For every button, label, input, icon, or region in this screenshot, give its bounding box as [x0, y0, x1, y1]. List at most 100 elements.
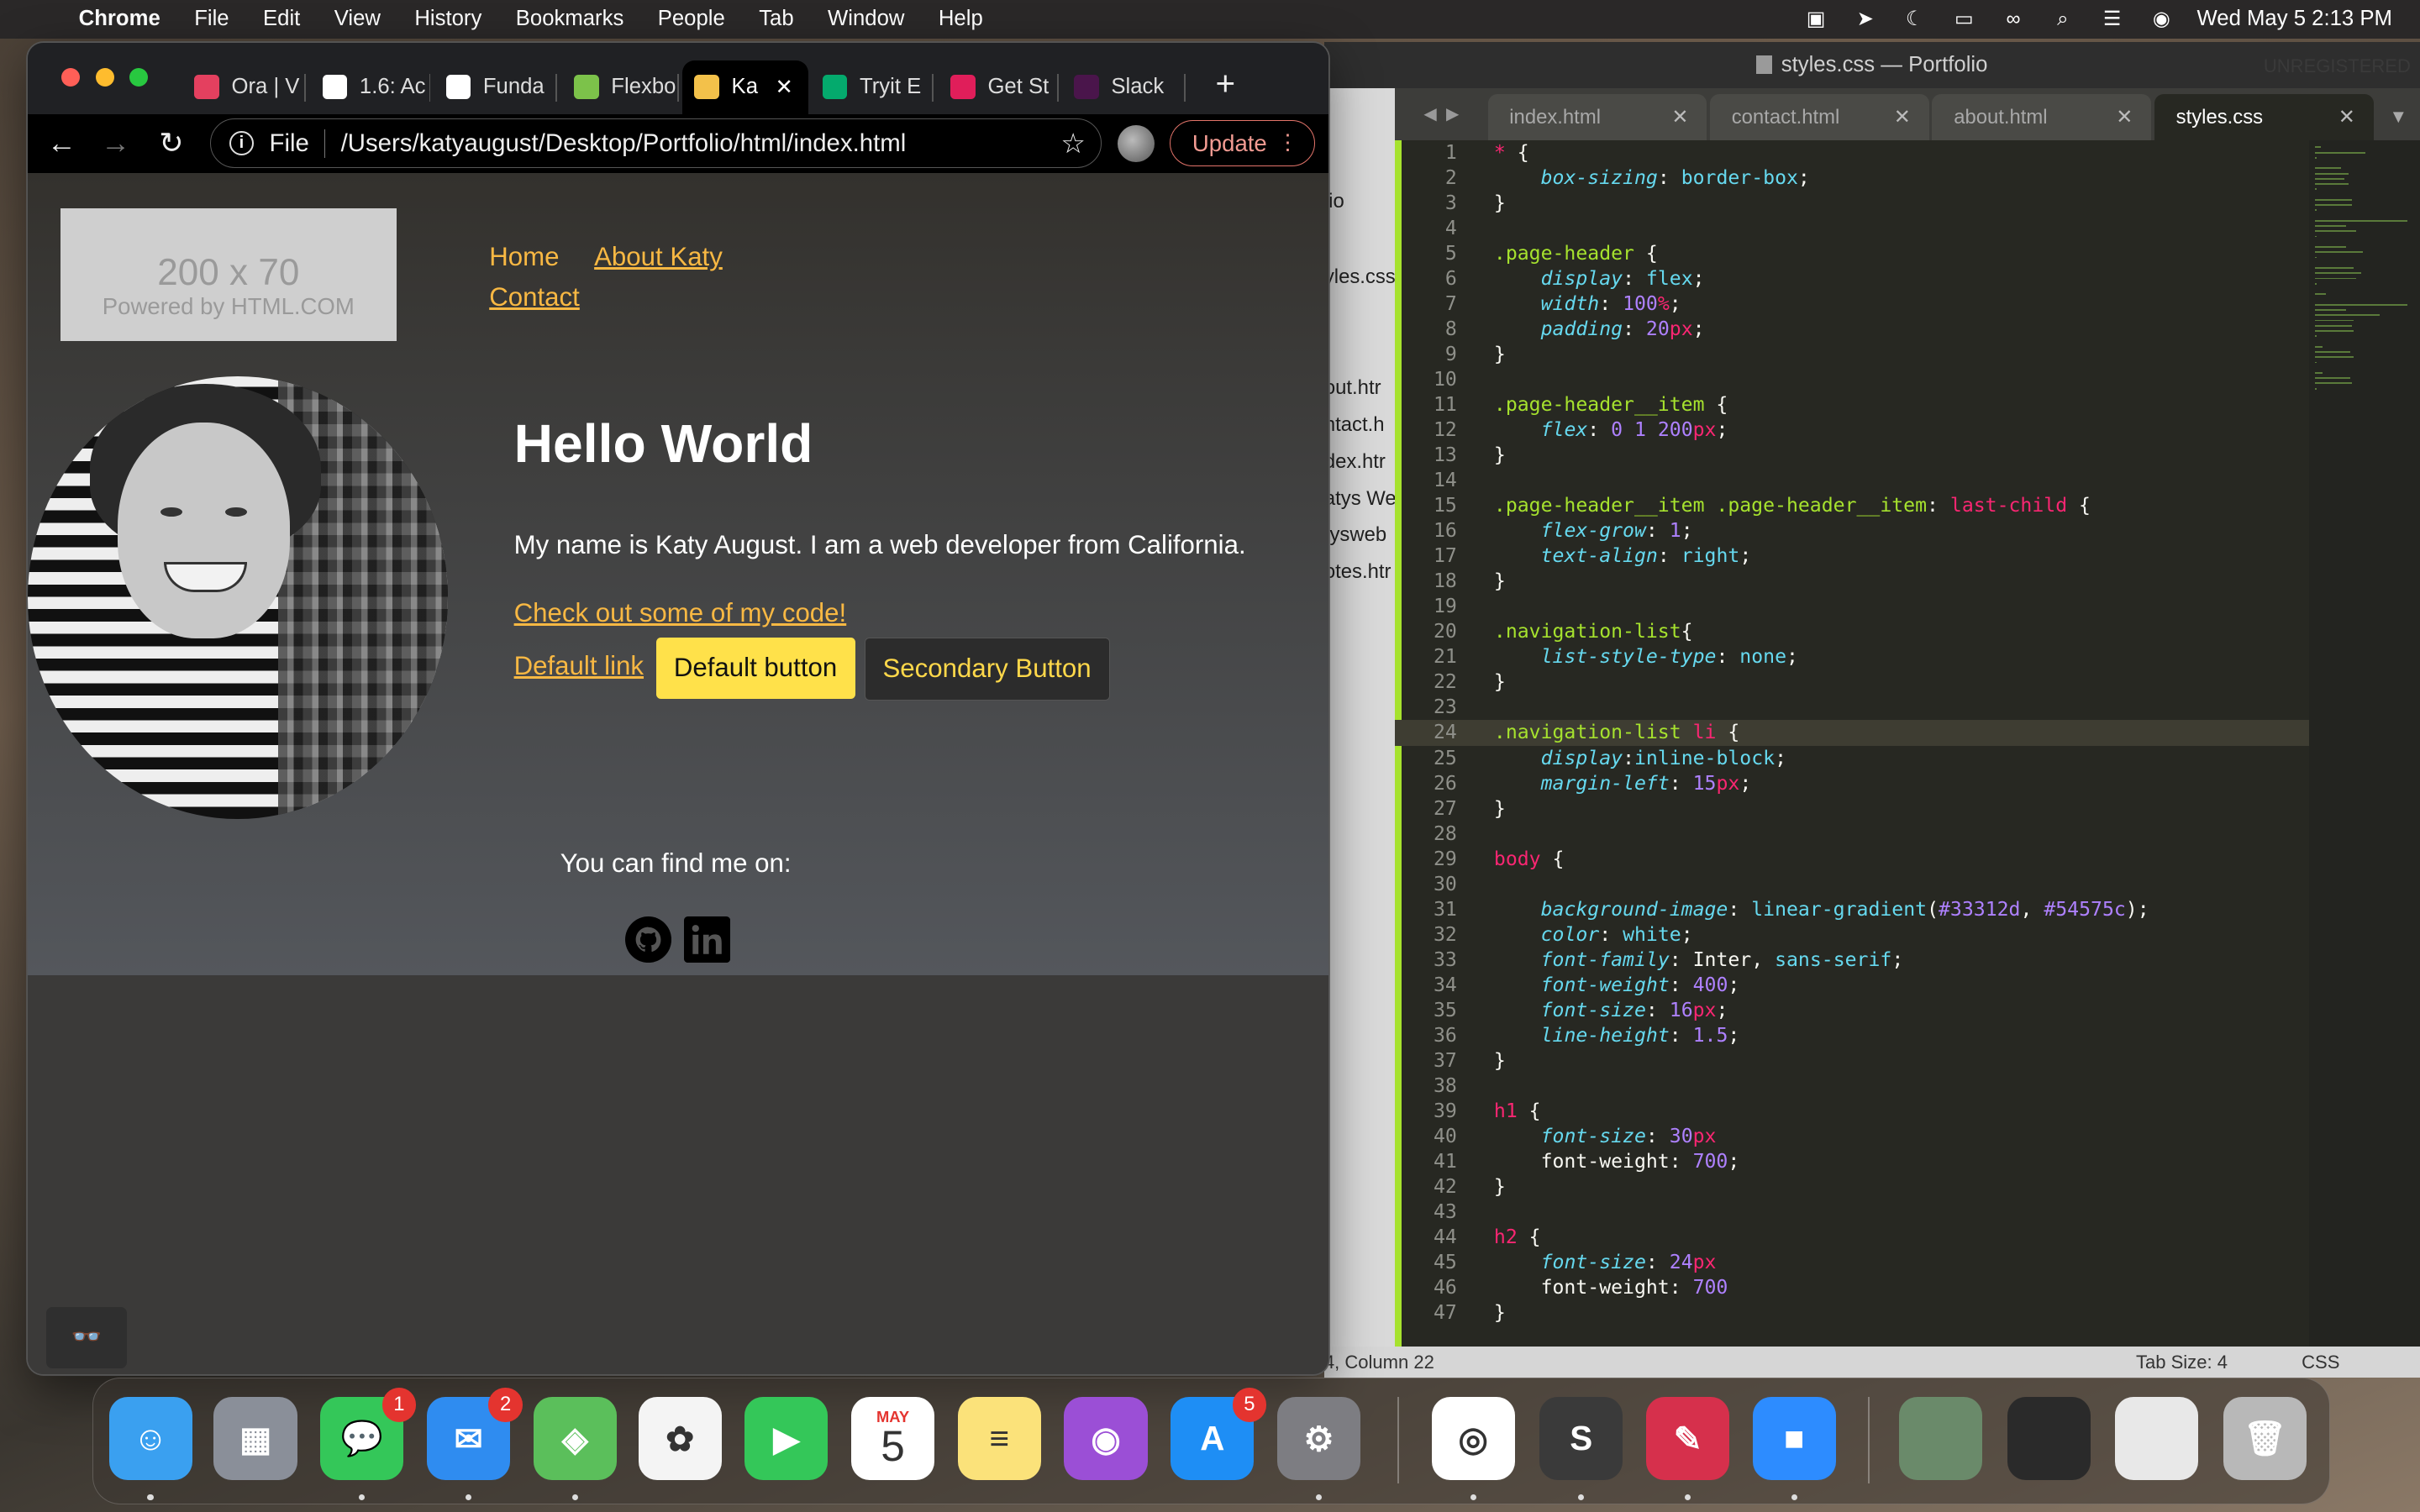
site-info-icon[interactable]: i: [229, 131, 255, 156]
maximize-window-button[interactable]: [129, 67, 149, 87]
screen-record-icon[interactable]: ▣: [1802, 8, 1830, 30]
close-icon[interactable]: ✕: [2338, 105, 2355, 129]
menu-window[interactable]: Window: [811, 7, 922, 31]
editor-tab-contact[interactable]: contact.html ✕: [1710, 94, 1929, 141]
finder-icon[interactable]: ☺: [108, 1397, 192, 1481]
menu-edit[interactable]: Edit: [246, 7, 318, 31]
sidebar-item[interactable]: ntact.h: [1324, 413, 1385, 437]
close-window-button[interactable]: [61, 67, 81, 87]
sublime-text-icon[interactable]: S: [1539, 1397, 1623, 1481]
calendar-icon[interactable]: MAY 5: [851, 1397, 935, 1481]
more-menu-icon[interactable]: ⋮: [1277, 132, 1299, 155]
menu-bookmarks[interactable]: Bookmarks: [499, 7, 641, 31]
recent-photo-thumbnail-icon[interactable]: [1899, 1397, 1983, 1481]
trash-icon[interactable]: 🗑: [2223, 1397, 2307, 1481]
close-icon[interactable]: ✕: [1671, 105, 1688, 129]
menu-file[interactable]: File: [177, 7, 246, 31]
line-number: 41: [1433, 1150, 1457, 1173]
tab-dropdown-icon[interactable]: ▼: [2389, 106, 2420, 140]
nav-contact-link[interactable]: Contact: [489, 278, 580, 318]
control-center-icon[interactable]: ☰: [2098, 8, 2126, 30]
line-number: 46: [1433, 1276, 1457, 1299]
linkedin-icon[interactable]: [683, 916, 730, 963]
code-link[interactable]: Check out some of my code!: [514, 594, 847, 633]
podcasts-icon[interactable]: ◉: [1064, 1397, 1148, 1481]
code-line: 16 flex-grow: 1;: [1395, 518, 2420, 543]
maps-icon[interactable]: ◈: [533, 1397, 617, 1481]
spotlight-search-icon[interactable]: ⌕: [2049, 8, 2076, 30]
notes-icon[interactable]: ≡: [957, 1397, 1041, 1481]
reader-glasses-icon[interactable]: 👓: [46, 1306, 127, 1369]
bookmark-star-icon[interactable]: ☆: [1060, 127, 1086, 160]
update-button[interactable]: Update ⋮: [1170, 120, 1315, 167]
tab-scroll-arrows[interactable]: ◀ ▶: [1395, 88, 1487, 140]
menu-tab[interactable]: Tab: [742, 7, 811, 31]
do-not-disturb-moon-icon[interactable]: ☾: [1901, 8, 1928, 30]
sidebar-item[interactable]: dex.htr: [1324, 450, 1386, 474]
zoom-icon[interactable]: ■: [1752, 1397, 1836, 1481]
battery-icon[interactable]: ▭: [1950, 8, 1978, 30]
menubar-clock[interactable]: Wed May 5 2:13 PM: [2197, 7, 2392, 31]
nav-about-link[interactable]: About Katy: [594, 238, 723, 277]
photos-icon[interactable]: ✿: [638, 1397, 722, 1481]
menu-help[interactable]: Help: [922, 7, 1000, 31]
browser-tab[interactable]: Funda: [434, 60, 558, 114]
default-link[interactable]: Default link: [514, 647, 644, 686]
code-editor[interactable]: 1 * {2 box-sizing: border-box; 3} 4 5 .page-h…: [1395, 140, 2420, 1362]
skitch-icon[interactable]: ✎: [1645, 1397, 1730, 1481]
recent-document-thumbnail-icon[interactable]: [2115, 1397, 2199, 1481]
browser-tab[interactable]: Slack: [1062, 60, 1186, 114]
close-icon[interactable]: ✕: [1894, 105, 1911, 129]
sidebar-item[interactable]: tysweb: [1324, 523, 1386, 547]
browser-tab[interactable]: Tryit E: [810, 60, 934, 114]
tab-separator: [932, 74, 934, 102]
minimap-line: [2315, 146, 2321, 149]
reload-icon[interactable]: ↻: [155, 127, 188, 160]
link-icon[interactable]: ∞: [2000, 8, 2028, 30]
secondary-button[interactable]: Secondary Button: [864, 637, 1110, 701]
new-tab-button[interactable]: +: [1207, 65, 1244, 102]
close-icon[interactable]: ✕: [2116, 105, 2133, 129]
browser-tab[interactable]: Ora | V: [182, 60, 306, 114]
menu-history[interactable]: History: [397, 7, 498, 31]
browser-tab[interactable]: Ka ✕: [681, 60, 809, 114]
system-preferences-icon[interactable]: ⚙: [1276, 1397, 1361, 1481]
siri-icon[interactable]: ◉: [2148, 8, 2175, 30]
sidebar-item[interactable]: otes.htr: [1324, 560, 1392, 584]
sidebar-item[interactable]: yles.css: [1324, 265, 1395, 289]
minimap[interactable]: [2308, 140, 2420, 1362]
github-icon[interactable]: [624, 916, 671, 963]
back-arrow-icon[interactable]: ←: [45, 127, 78, 160]
recent-screenshot-thumbnail-icon[interactable]: [2007, 1397, 2091, 1481]
forward-arrow-icon[interactable]: →: [99, 127, 133, 160]
tab-size-selector[interactable]: Tab Size: 4: [2136, 1352, 2228, 1373]
address-bar[interactable]: i File /Users/katyaugust/Desktop/Portfol…: [209, 118, 1102, 169]
close-tab-icon[interactable]: ✕: [776, 75, 794, 100]
browser-tab[interactable]: Get St: [939, 60, 1059, 114]
tab-scroll-right-icon[interactable]: ▶: [1446, 103, 1460, 124]
editor-tab-about[interactable]: about.html ✕: [1932, 94, 2152, 141]
editor-tab-index[interactable]: index.html ✕: [1487, 94, 1707, 141]
code-token: 0 1 200: [1611, 419, 1693, 442]
launchpad-icon[interactable]: ▦: [213, 1397, 297, 1481]
menu-view[interactable]: View: [318, 7, 398, 31]
sidebar-item[interactable]: out.htr: [1324, 376, 1381, 400]
chrome-icon[interactable]: ◎: [1431, 1397, 1515, 1481]
code-line: 30: [1395, 872, 2420, 897]
nav-home-link[interactable]: Home: [489, 238, 559, 277]
menu-people[interactable]: People: [641, 7, 742, 31]
url-text[interactable]: /Users/katyaugust/Desktop/Portfolio/html…: [341, 129, 907, 158]
profile-avatar[interactable]: [1117, 124, 1155, 162]
facetime-icon[interactable]: ▶: [744, 1397, 829, 1481]
share-arrow-icon[interactable]: ➤: [1851, 8, 1879, 30]
menu-app-name[interactable]: Chrome: [61, 7, 177, 31]
tab-scroll-left-icon[interactable]: ◀: [1423, 103, 1437, 124]
browser-tab[interactable]: 1.6: Ac: [310, 60, 431, 114]
default-button[interactable]: Default button: [655, 637, 855, 699]
minimize-window-button[interactable]: [95, 67, 114, 87]
code-token: display: [1540, 747, 1623, 769]
browser-tab[interactable]: Flexbo: [562, 60, 680, 114]
syntax-selector[interactable]: CSS: [2302, 1352, 2339, 1373]
sidebar-item[interactable]: atys We: [1324, 487, 1395, 511]
editor-tab-styles[interactable]: styles.css ✕: [2154, 94, 2374, 141]
